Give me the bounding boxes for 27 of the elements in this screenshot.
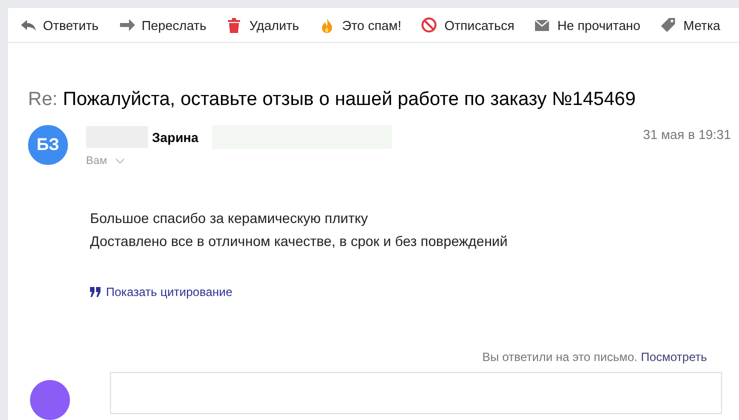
- toolbar-button[interactable]: Это спам!: [319, 17, 402, 33]
- quote-icon: [90, 287, 101, 297]
- message-text: Доставлено все в отличном качестве, в срок и без повреждений: [90, 232, 509, 251]
- message-date: 31 мая в 19:31: [643, 127, 731, 144]
- chevron-down-icon[interactable]: [115, 158, 126, 164]
- user-avatar: [30, 380, 70, 420]
- envelope-icon: [534, 17, 550, 33]
- toolbar-button[interactable]: Не прочитано: [534, 17, 640, 33]
- reply-field[interactable]: [110, 372, 722, 414]
- sender-name: Зарина: [152, 130, 198, 144]
- replied-notice: Вы ответили на это письмо.: [482, 350, 638, 364]
- reply-arrow-icon: [20, 17, 36, 33]
- show-quote-link[interactable]: Показать цитирование: [106, 285, 232, 299]
- forward-arrow-icon: [118, 17, 135, 33]
- view-reply-link[interactable]: Посмотреть: [640, 350, 707, 364]
- toolbar-button[interactable]: Удалить: [226, 17, 300, 33]
- toolbar-button[interactable]: Метка: [660, 17, 720, 33]
- toolbar-button[interactable]: Отписаться: [421, 17, 514, 33]
- trash-icon: [226, 17, 242, 33]
- recipient-label: Вам: [86, 155, 108, 167]
- message-text: Большое спасибо за керамическую плитку: [90, 209, 369, 228]
- toolbar-button[interactable]: Ответить: [20, 17, 99, 33]
- prohibited-icon: [421, 17, 438, 33]
- tag-icon: [660, 17, 676, 33]
- email-subject: Re: Пожалуйста, оставьте отзыв о нашей работе по заказу №145469: [28, 89, 637, 111]
- sender-avatar: БЗ: [28, 125, 68, 165]
- toolbar-button[interactable]: Переслать: [118, 17, 206, 33]
